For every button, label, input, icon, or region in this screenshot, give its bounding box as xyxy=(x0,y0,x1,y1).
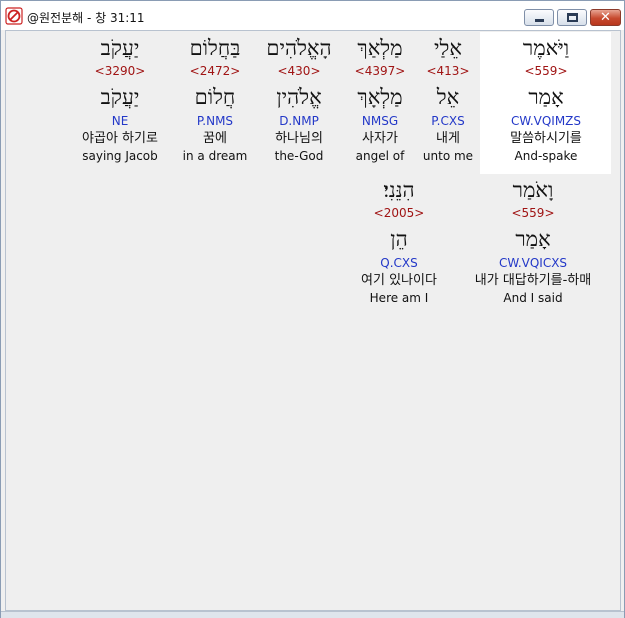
hebrew-lemma: אֵל xyxy=(436,85,460,109)
hebrew-lemma: חֲלוֹם xyxy=(194,85,236,109)
korean-gloss: 여기 있나이다 xyxy=(361,273,437,288)
word-block[interactable]: בַּחֲלוֹם <2472> חֲלוֹם P.NMS 꿈에 in a dr… xyxy=(176,34,254,164)
hebrew-word: וַיֹּאמֶר xyxy=(522,36,570,60)
strong-number[interactable]: <2472> xyxy=(176,62,254,80)
window-title: @원전분해 - 창 31:11 xyxy=(27,11,145,25)
word-block[interactable]: הָאֱלֹהִים <430> אֱלֹהִין D.NMP 하나님의 the… xyxy=(254,34,344,164)
parsing-code: Q.CXS xyxy=(380,256,418,270)
korean-gloss: 사자가 xyxy=(362,131,398,146)
word-block[interactable]: אֵלַי <413> אֵל P.CXS 내게 unto me xyxy=(415,34,481,164)
maximize-icon xyxy=(567,13,578,22)
english-gloss: And I said xyxy=(503,291,563,305)
app-window: @원전분해 - 창 31:11 ✕ וַיֹּאמֶר <559> אָמַר … xyxy=(0,0,625,618)
word-block[interactable]: וָאֹמַר <559> אָמַר CW.VQICXS 내가 대답하기를-하… xyxy=(458,176,608,306)
minimize-button[interactable] xyxy=(524,9,554,26)
parsing-code: CW.VQIMZS xyxy=(510,114,582,128)
minimize-icon xyxy=(535,19,544,22)
hebrew-lemma: מַלְאָךְ xyxy=(357,85,403,109)
strong-number[interactable]: <430> xyxy=(254,62,344,80)
strong-number[interactable]: <2005> xyxy=(344,204,454,222)
english-gloss: unto me xyxy=(422,149,474,163)
korean-gloss: 야곱아 하기로 xyxy=(82,131,158,146)
hebrew-word: הִנֵּנִי׃ xyxy=(383,178,415,202)
hebrew-word: אֵלַי xyxy=(434,36,462,60)
english-gloss: the-God xyxy=(274,149,324,163)
english-gloss: And-spake xyxy=(514,149,578,163)
parsing-code: NE xyxy=(111,114,129,128)
korean-gloss: 내가 대답하기를-하매 xyxy=(474,273,592,288)
hebrew-word: וָאֹמַר xyxy=(512,178,554,202)
parsing-code: P.CXS xyxy=(431,114,465,128)
word-block[interactable]: וַיֹּאמֶר <559> אָמַר CW.VQIMZS 말씀하시기를 A… xyxy=(484,34,608,164)
interlinear-panel[interactable]: וַיֹּאמֶר <559> אָמַר CW.VQIMZS 말씀하시기를 A… xyxy=(5,30,621,611)
korean-gloss: 내게 xyxy=(436,131,460,146)
parsing-code: P.NMS xyxy=(196,114,234,128)
korean-gloss: 꿈에 xyxy=(203,131,227,146)
english-gloss: angel of xyxy=(355,149,405,163)
strong-number[interactable]: <559> xyxy=(458,204,608,222)
strong-number[interactable]: <559> xyxy=(484,62,608,80)
hebrew-word: הָאֱלֹהִים xyxy=(266,36,332,60)
english-gloss: saying Jacob xyxy=(82,149,158,163)
hebrew-lemma: אָמַר xyxy=(528,85,564,109)
parsing-code: CW.VQICXS xyxy=(498,256,568,270)
hebrew-lemma: הֵן xyxy=(390,227,408,251)
strong-number[interactable]: <3290> xyxy=(68,62,172,80)
korean-gloss: 말씀하시기를 xyxy=(510,131,582,146)
close-icon: ✕ xyxy=(600,10,611,25)
hebrew-lemma: אָמַר xyxy=(515,227,551,251)
parsing-code: NMSG xyxy=(361,114,399,128)
english-gloss: in a dream xyxy=(182,149,248,163)
word-block[interactable]: הִנֵּנִי׃ <2005> הֵן Q.CXS 여기 있나이다 Here … xyxy=(344,176,454,306)
parsing-code: D.NMP xyxy=(279,114,319,128)
hebrew-word: בַּחֲלוֹם xyxy=(189,36,241,60)
title-bar[interactable]: @원전분해 - 창 31:11 ✕ xyxy=(1,1,624,30)
hebrew-word: מַלְאַךְ xyxy=(357,36,403,60)
no-symbol-icon xyxy=(5,7,23,25)
english-gloss: Here am I xyxy=(369,291,429,305)
word-block[interactable]: יַעֲקֹב <3290> יַעֲקֹב NE 야곱아 하기로 saying… xyxy=(68,34,172,164)
hebrew-lemma: אֱלֹהִין xyxy=(276,85,322,109)
strong-number[interactable]: <4397> xyxy=(344,62,416,80)
korean-gloss: 하나님의 xyxy=(275,131,323,146)
strong-number[interactable]: <413> xyxy=(415,62,481,80)
hebrew-word: יַעֲקֹב xyxy=(100,36,140,60)
close-button[interactable]: ✕ xyxy=(590,9,621,26)
status-bar xyxy=(1,611,624,618)
maximize-button[interactable] xyxy=(557,9,587,26)
word-block[interactable]: מַלְאַךְ <4397> מַלְאָךְ NMSG 사자가 angel … xyxy=(344,34,416,164)
hebrew-lemma: יַעֲקֹב xyxy=(100,85,140,109)
